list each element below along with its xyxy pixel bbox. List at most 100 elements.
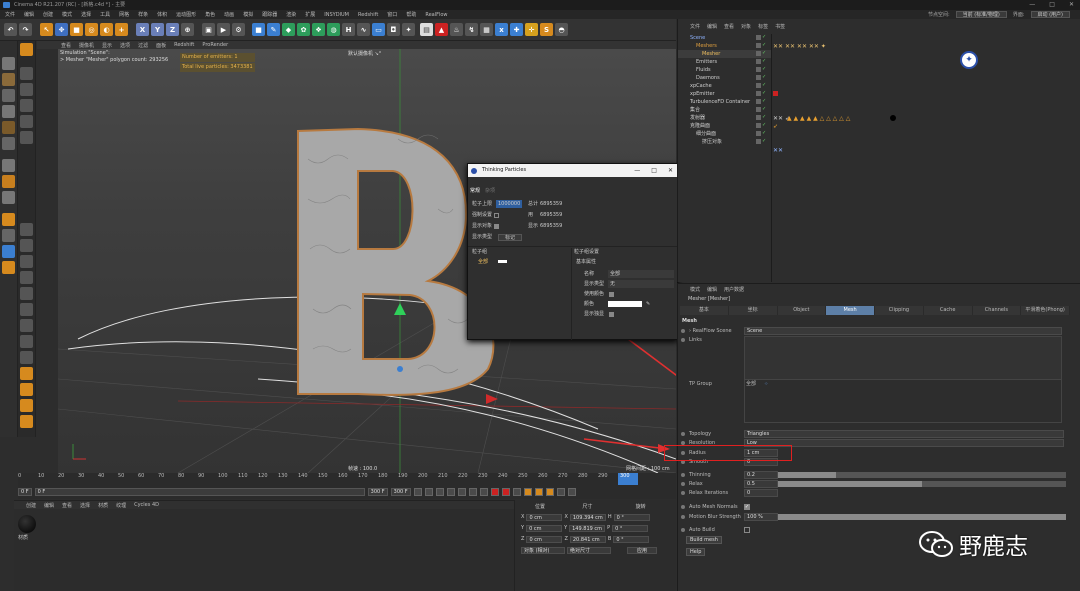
render-picture-viewer-icon[interactable]: ▶ <box>217 23 230 36</box>
tp-group-list[interactable] <box>744 379 1062 423</box>
dots-icon[interactable] <box>20 83 33 96</box>
menu-simulate[interactable]: 模拟 <box>243 11 253 18</box>
timeline-panel[interactable]: 0 10 20 30 40 50 60 70 80 90 100 110 120… <box>18 473 676 499</box>
dots-icon[interactable] <box>20 67 33 80</box>
array-icon[interactable]: ✿ <box>297 23 310 36</box>
anim-dot-icon[interactable] <box>681 338 685 342</box>
spline-icon[interactable]: ∿ <box>357 23 370 36</box>
auto-build-checkbox[interactable] <box>744 527 750 533</box>
eyedropper-icon[interactable]: ✎ <box>646 300 650 308</box>
tab-mesh[interactable]: Mesh <box>826 306 875 315</box>
tp-name-input[interactable]: 全部 <box>608 270 674 278</box>
relax-iterations-field[interactable]: 0 <box>744 489 778 497</box>
autokey-icon[interactable] <box>501 488 510 496</box>
maximize-button[interactable]: □ <box>1049 0 1055 10</box>
tp-show-checkbox[interactable] <box>494 224 499 229</box>
thinking-particles-window[interactable]: Thinking Particles — □ ✕ 常规 杂项 粒子上限 1000… <box>467 163 678 340</box>
material-preview-ball[interactable] <box>18 515 36 533</box>
object-row-emitter[interactable]: 发射器 ✓ <box>678 114 771 122</box>
visibility-icon[interactable] <box>756 51 761 56</box>
object-row-xpcache[interactable]: xpCache ✓ <box>678 82 771 90</box>
goto-start-icon[interactable] <box>413 488 422 496</box>
move-icon[interactable]: ✥ <box>55 23 68 36</box>
preview-end-field[interactable]: 300 F <box>390 488 411 496</box>
tp-force-checkbox[interactable] <box>494 213 499 218</box>
dots-icon[interactable] <box>20 271 33 284</box>
viewport-menu-camera[interactable]: 摄像机 <box>79 42 94 49</box>
tab-coord[interactable]: 坐标 <box>728 306 778 315</box>
snap-icon[interactable] <box>2 159 15 172</box>
size-y-field[interactable]: 149.819 cm <box>569 524 606 532</box>
topology-dropdown[interactable]: Triangles <box>744 430 1064 438</box>
menu-file[interactable]: 文件 <box>5 11 15 18</box>
object-row-meshers[interactable]: Meshers ✓ <box>678 42 771 50</box>
subdivision-icon[interactable]: ◆ <box>282 23 295 36</box>
add-icon[interactable]: + <box>115 23 128 36</box>
dots-icon[interactable] <box>20 255 33 268</box>
object-row-daemons[interactable]: Daemons ✓ <box>678 74 771 82</box>
menu-realflow[interactable]: RealFlow <box>425 12 447 18</box>
coord-size-dropdown[interactable]: 绝对尺寸 <box>567 546 611 554</box>
visibility-icon[interactable] <box>756 139 761 144</box>
visibility-icon[interactable] <box>756 91 761 96</box>
object-row-clone-surface[interactable]: 克隆曲面 ✓ <box>678 122 771 130</box>
sim-icon[interactable]: ↯ <box>465 23 478 36</box>
menu-animate[interactable]: 动画 <box>224 11 234 18</box>
object-row-xpemitter[interactable]: xpEmitter ✓ <box>678 90 771 98</box>
light-icon[interactable]: ✦ <box>402 23 415 36</box>
recent-tool-icon[interactable]: ◐ <box>100 23 113 36</box>
interface-dropdown[interactable]: 启动 (用户) <box>1030 11 1070 18</box>
doc-icon[interactable]: ▤ <box>420 23 433 36</box>
polygons-mode-icon[interactable] <box>2 137 15 150</box>
menu-render[interactable]: 渲染 <box>286 11 296 18</box>
grid-icon[interactable]: ▦ <box>480 23 493 36</box>
visibility-icon[interactable] <box>756 43 761 48</box>
viewport-menu-prorender[interactable]: ProRender <box>202 42 228 48</box>
enabled-check-icon[interactable]: ✓ <box>762 123 767 128</box>
enabled-check-icon[interactable]: ✓ <box>762 51 767 56</box>
build-mesh-button[interactable]: Build mesh <box>686 536 722 544</box>
enabled-check-icon[interactable]: ✓ <box>762 59 767 64</box>
position-z-field[interactable]: 0 cm <box>526 535 563 543</box>
apply-button[interactable]: 应用 <box>627 546 657 554</box>
node-space-dropdown[interactable]: 当前 (标准/物理) <box>955 11 1007 18</box>
am-menu-userdata[interactable]: 用户数据 <box>724 286 744 293</box>
dots-icon[interactable] <box>20 223 33 236</box>
visibility-icon[interactable] <box>756 83 761 88</box>
tp-use-color-checkbox[interactable] <box>609 292 614 297</box>
prev-frame-icon[interactable] <box>435 488 444 496</box>
arc-tool-icon[interactable] <box>20 383 33 396</box>
viewport-menu-display[interactable]: 显示 <box>102 42 112 49</box>
tp-close-button[interactable]: ✕ <box>668 164 673 177</box>
tab-basic[interactable]: 基本 <box>680 306 729 315</box>
dots-icon[interactable] <box>20 239 33 252</box>
rotate-icon[interactable]: ◎ <box>85 23 98 36</box>
floor-icon[interactable]: ▭ <box>372 23 385 36</box>
material-name[interactable]: 材质 <box>18 534 28 541</box>
motion-blur-slider[interactable] <box>778 514 1066 520</box>
object-row-set[interactable]: 集合 ✓ <box>678 106 771 114</box>
object-row-emitters[interactable]: Emitters ✓ <box>678 58 771 66</box>
tool-extra-icon[interactable]: ◓ <box>555 23 568 36</box>
object-row-scene[interactable]: Scene ✓ <box>678 34 771 42</box>
xp-icon[interactable]: x <box>495 23 508 36</box>
menu-volume[interactable]: 体积 <box>157 11 167 18</box>
end-frame-field[interactable]: 300 F <box>367 488 388 496</box>
menu-select[interactable]: 选择 <box>81 11 91 18</box>
viewport-menu-view[interactable]: 查看 <box>61 42 71 49</box>
material-menu-edit[interactable]: 编辑 <box>44 502 54 509</box>
tab-phong[interactable]: 平滑着色(Phong) <box>1021 306 1070 315</box>
scale-icon[interactable]: ■ <box>70 23 83 36</box>
dots-icon[interactable] <box>20 351 33 364</box>
workflow-icon[interactable] <box>2 245 15 258</box>
rotation-b-field[interactable]: 0 ° <box>613 535 650 543</box>
thinning-field[interactable]: 0.2 <box>744 471 778 479</box>
axis-y-button[interactable]: Y <box>151 23 164 36</box>
tp-group-item[interactable]: 全部 <box>478 258 488 266</box>
relax-field[interactable]: 0.5 <box>744 480 778 488</box>
current-frame-field[interactable]: 0 F <box>34 488 365 496</box>
next-frame-icon[interactable] <box>457 488 466 496</box>
axis-z-button[interactable]: Z <box>166 23 179 36</box>
anim-dot-icon[interactable] <box>681 473 685 477</box>
om-menu-bookmarks[interactable]: 书签 <box>775 23 785 30</box>
